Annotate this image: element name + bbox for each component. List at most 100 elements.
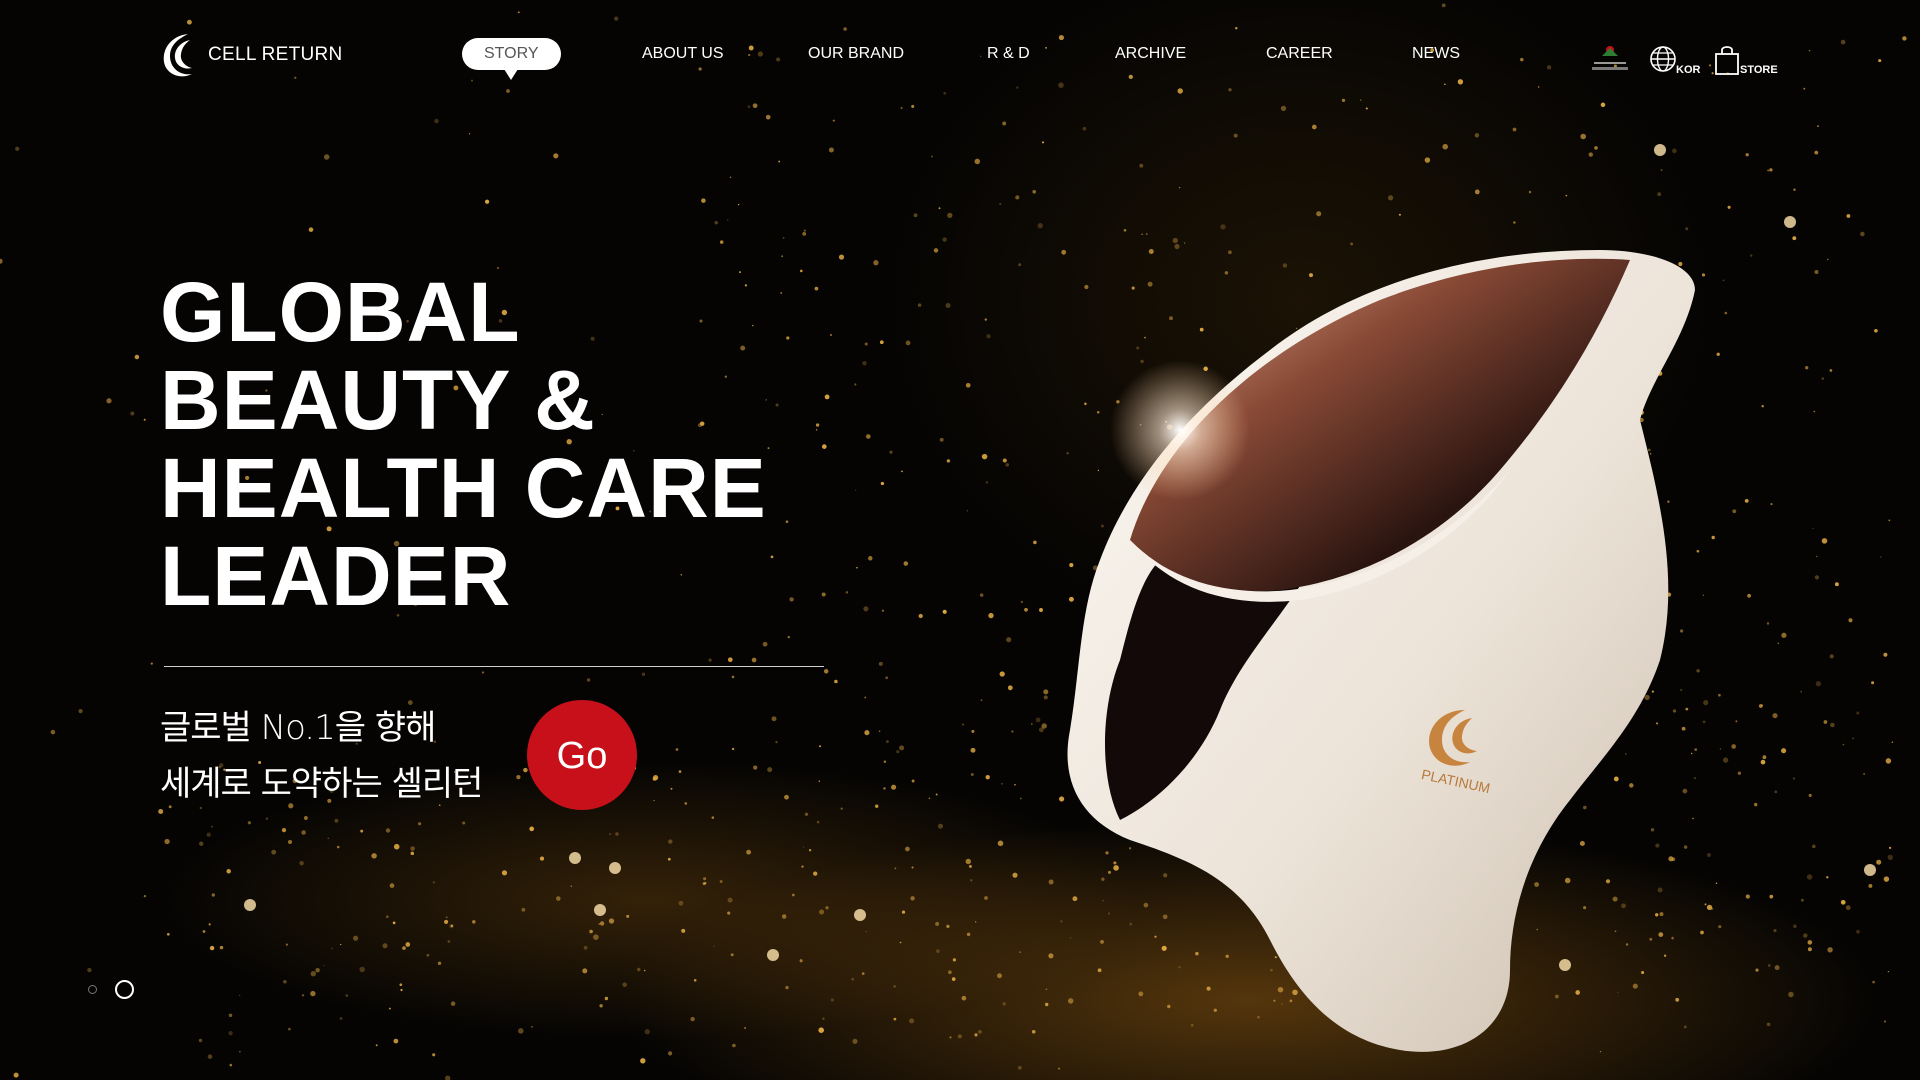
- go-button[interactable]: Go: [527, 700, 637, 810]
- glitter-particle: [247, 821, 252, 825]
- hero-title-line: LEADER: [160, 529, 512, 623]
- glitter-particle: [226, 869, 231, 874]
- glitter-particle: [1033, 540, 1037, 545]
- glitter-particle: [285, 943, 289, 946]
- glitter-particle: [678, 770, 682, 773]
- pager-dot-1[interactable]: [88, 985, 97, 994]
- glitter-particle: [228, 1013, 233, 1018]
- glitter-particle: [899, 941, 902, 944]
- glitter-particle: [1815, 681, 1822, 687]
- glitter-particle: [832, 119, 835, 122]
- glitter-particle: [1774, 965, 1780, 971]
- glitter-particle: [802, 846, 805, 848]
- glitter-particle: [704, 881, 707, 885]
- glitter-particle: [893, 1017, 897, 1021]
- glitter-particle: [445, 1075, 451, 1080]
- glitter-particle: [970, 773, 974, 776]
- glitter-particle: [434, 118, 439, 124]
- nav-news[interactable]: NEWS: [1412, 38, 1460, 70]
- glitter-particle: [484, 199, 490, 204]
- glitter-particle: [134, 354, 140, 360]
- glitter-particle: [1829, 369, 1833, 372]
- language-selector[interactable]: KOR: [1648, 36, 1700, 76]
- glitter-particle: [1233, 133, 1238, 138]
- glitter-particle: [690, 1016, 695, 1022]
- glitter-particle: [1761, 405, 1764, 408]
- nav-our-brand[interactable]: OUR BRAND: [808, 38, 904, 70]
- glitter-particle: [1805, 366, 1809, 370]
- glitter-particle: [1807, 947, 1812, 952]
- bokeh-light: [854, 909, 866, 921]
- glitter-particle: [1793, 188, 1796, 191]
- glitter-particle: [751, 657, 757, 663]
- glitter-particle: [1766, 622, 1770, 625]
- pager-dot-2[interactable]: [115, 980, 134, 999]
- glitter-particle: [737, 203, 740, 206]
- certification-badge-link[interactable]: [1588, 36, 1632, 76]
- glitter-particle: [445, 916, 448, 919]
- glitter-particle: [399, 983, 403, 987]
- glitter-particle: [714, 221, 718, 225]
- glitter-particle: [1803, 933, 1808, 938]
- glitter-particle: [813, 871, 818, 876]
- glitter-particle: [400, 988, 403, 992]
- glitter-particle: [1792, 777, 1796, 780]
- glitter-particle: [637, 967, 641, 972]
- glitter-particle: [1781, 632, 1787, 638]
- hero-title-line: HEALTH CARE: [160, 441, 767, 535]
- glitter-particle: [198, 1038, 203, 1043]
- glitter-particle: [1512, 127, 1517, 132]
- nav-career[interactable]: CAREER: [1266, 38, 1333, 70]
- bokeh-light: [1864, 864, 1876, 876]
- glitter-particle: [1747, 593, 1751, 598]
- logo-link[interactable]: CELL RETURN: [160, 30, 343, 80]
- glitter-particle: [861, 972, 865, 975]
- glitter-particle: [1767, 964, 1771, 967]
- glitter-particle: [207, 1054, 213, 1059]
- glitter-particle: [1014, 783, 1016, 786]
- glitter-particle: [385, 828, 391, 833]
- bokeh-light: [244, 899, 256, 911]
- glitter-particle: [1860, 231, 1865, 237]
- glitter-particle: [1829, 654, 1834, 659]
- store-link[interactable]: STORE: [1712, 36, 1778, 76]
- glitter-particle: [894, 867, 897, 870]
- glitter-particle: [864, 342, 868, 346]
- bokeh-light: [767, 949, 779, 961]
- glitter-particle: [211, 893, 215, 897]
- glitter-particle: [310, 971, 316, 977]
- nav-r-and-d[interactable]: R & D: [987, 38, 1030, 70]
- glitter-particle: [299, 860, 304, 866]
- glitter-particle: [1777, 642, 1779, 644]
- nav-archive[interactable]: ARCHIVE: [1115, 38, 1186, 70]
- glitter-particle: [410, 846, 415, 851]
- glitter-particle: [589, 929, 593, 934]
- glitter-particle: [901, 910, 906, 914]
- glitter-particle: [985, 481, 989, 484]
- glitter-particle: [771, 716, 777, 722]
- glitter-particle: [622, 982, 627, 987]
- glitter-particle: [726, 218, 729, 221]
- glitter-particle: [1823, 720, 1828, 724]
- glitter-particle: [952, 958, 957, 962]
- glitter-particle: [353, 935, 359, 941]
- glitter-particle: [1852, 737, 1855, 740]
- glitter-particle: [1872, 980, 1875, 984]
- nav-story[interactable]: STORY: [462, 38, 561, 80]
- glitter-particle: [604, 996, 609, 1001]
- nav-about-us[interactable]: ABOUT US: [642, 38, 724, 70]
- glitter-particle: [1011, 730, 1014, 733]
- glitter-particle: [1007, 685, 1013, 691]
- glitter-particle: [1814, 150, 1819, 155]
- glitter-particle: [323, 154, 330, 160]
- hero-subtitle: 글로벌 No.1을 향해 세계로 도약하는 셀리턴: [160, 700, 483, 812]
- glitter-particle: [675, 748, 679, 751]
- glitter-particle: [678, 900, 684, 906]
- glitter-particle: [1762, 755, 1767, 760]
- glitter-particle: [1868, 883, 1873, 888]
- glitter-particle: [1788, 991, 1794, 998]
- glitter-particle: [283, 979, 287, 984]
- shopping-bag-icon: [1715, 46, 1739, 75]
- glitter-particle: [767, 767, 773, 773]
- glitter-particle: [653, 799, 655, 802]
